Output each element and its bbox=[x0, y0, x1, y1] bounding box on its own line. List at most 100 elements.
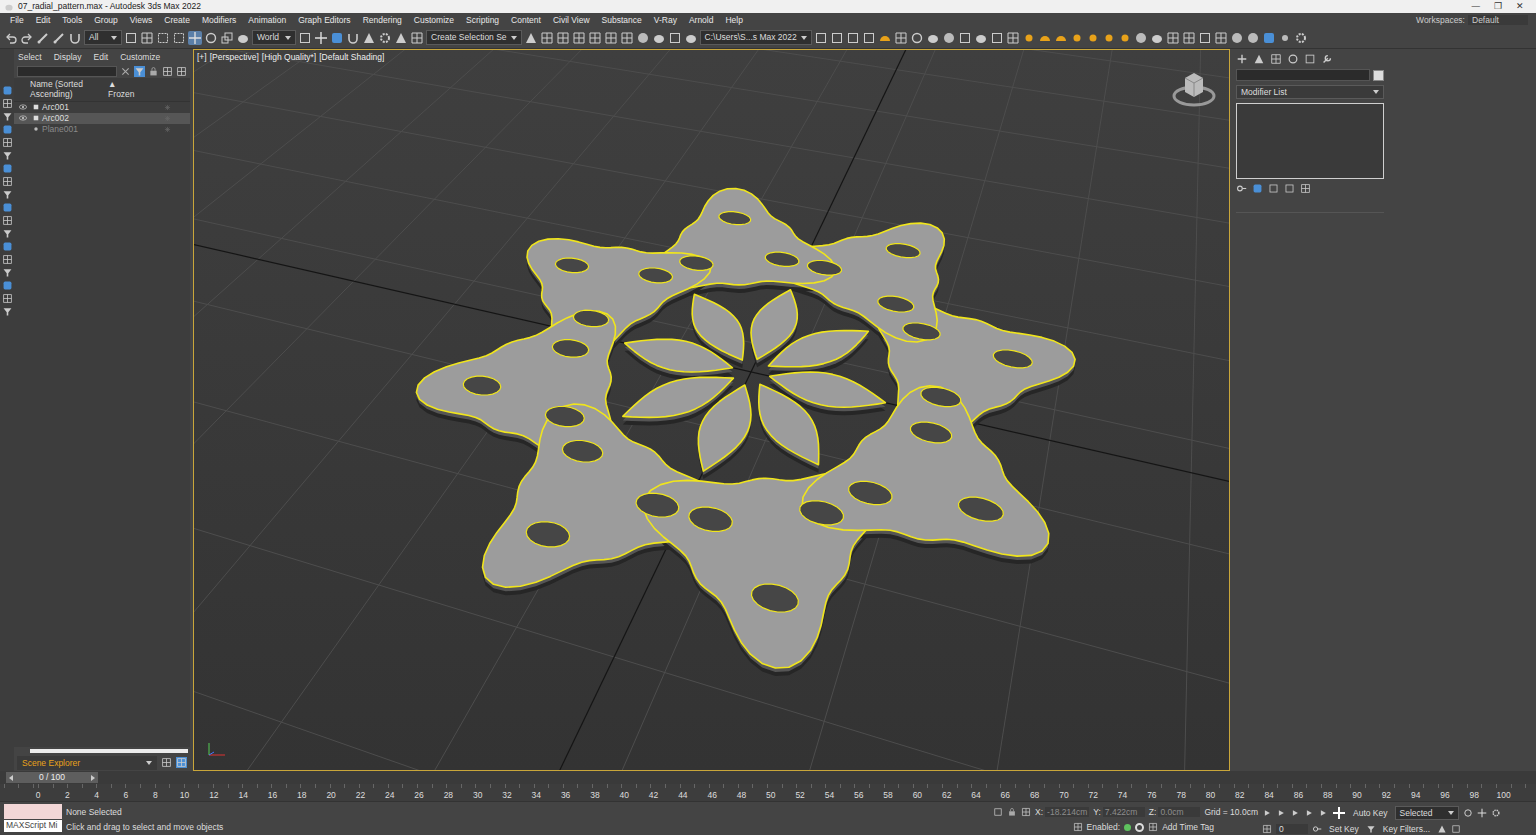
layers-icon[interactable] bbox=[161, 757, 172, 768]
vray-icon[interactable] bbox=[878, 31, 892, 45]
utilities-icon[interactable] bbox=[1321, 53, 1333, 65]
select-manipulate-icon[interactable] bbox=[314, 31, 328, 45]
explorer-tool-icon[interactable] bbox=[2, 124, 13, 135]
show-end-result-icon[interactable] bbox=[1252, 183, 1263, 194]
eye-icon[interactable] bbox=[18, 102, 28, 112]
light-lister-icon[interactable] bbox=[1022, 31, 1036, 45]
place-icon[interactable] bbox=[236, 31, 250, 45]
frozen-column-header[interactable]: ▲ Frozen bbox=[108, 79, 138, 99]
align-icon[interactable] bbox=[540, 31, 554, 45]
menu-item[interactable]: Create bbox=[158, 15, 196, 25]
search-field[interactable] bbox=[17, 66, 117, 77]
ribbon-icon[interactable] bbox=[588, 31, 602, 45]
open-icon[interactable] bbox=[830, 31, 844, 45]
sphere-light-icon[interactable] bbox=[1054, 31, 1068, 45]
maxscript-listener[interactable]: MAXScript Mi bbox=[4, 804, 62, 835]
explorer-tool-icon[interactable] bbox=[2, 241, 13, 252]
object-row[interactable]: Arc001 bbox=[14, 102, 190, 113]
menu-item[interactable]: Help bbox=[719, 15, 748, 25]
scatter-icon[interactable] bbox=[1278, 31, 1292, 45]
coordinate-field[interactable]: X:-18.214cm bbox=[1035, 807, 1089, 817]
menu-item[interactable]: Views bbox=[124, 15, 159, 25]
render-elements-icon[interactable] bbox=[1214, 31, 1228, 45]
menu-item[interactable]: Modifiers bbox=[196, 15, 242, 25]
next-key-icon[interactable] bbox=[1304, 808, 1314, 818]
vfb-icon[interactable] bbox=[1006, 31, 1020, 45]
explorer-tool-icon[interactable] bbox=[2, 150, 13, 161]
maximize-viewport-icon[interactable] bbox=[1451, 824, 1461, 834]
edit-named-selection-icon[interactable] bbox=[410, 31, 424, 45]
menu-item[interactable]: Group bbox=[88, 15, 124, 25]
pan-icon[interactable] bbox=[1477, 808, 1487, 818]
ambient-icon[interactable] bbox=[1102, 31, 1116, 45]
keyboard-shortcut-icon[interactable] bbox=[330, 31, 344, 45]
menu-item[interactable]: V-Ray bbox=[648, 15, 683, 25]
explorer-tool-icon[interactable] bbox=[2, 111, 13, 122]
frozen-icon[interactable] bbox=[163, 114, 172, 123]
link-icon[interactable] bbox=[36, 31, 50, 45]
schematic-icon[interactable] bbox=[620, 31, 634, 45]
explorer-tool-icon[interactable] bbox=[2, 280, 13, 291]
enabled-toggle-2[interactable] bbox=[1135, 823, 1144, 832]
menu-item[interactable]: Customize bbox=[408, 15, 460, 25]
scene-canvas[interactable] bbox=[194, 50, 1229, 770]
project-folder-dropdown[interactable]: C:\Users\S...s Max 2022 bbox=[700, 30, 812, 44]
visibility-toggle[interactable] bbox=[16, 113, 30, 123]
viewport-label[interactable]: [+] bbox=[197, 52, 207, 62]
explorer-tool-icon[interactable] bbox=[2, 202, 13, 213]
object-name[interactable]: Arc001 bbox=[42, 102, 69, 112]
key-filter-icon[interactable] bbox=[1366, 824, 1376, 834]
add-time-tag-button[interactable]: Add Time Tag bbox=[1162, 822, 1214, 832]
zoom-icon[interactable] bbox=[1463, 808, 1473, 818]
explorer-menu-item[interactable]: Customize bbox=[120, 52, 160, 62]
vray-render-icon[interactable] bbox=[974, 31, 988, 45]
explorer-menu-item[interactable]: Edit bbox=[94, 52, 109, 62]
menu-item[interactable]: Animation bbox=[242, 15, 292, 25]
eye-icon[interactable] bbox=[18, 113, 28, 123]
sun-icon[interactable] bbox=[1118, 31, 1132, 45]
frozen-toggle[interactable] bbox=[163, 124, 172, 134]
camera-icon[interactable] bbox=[958, 31, 972, 45]
redo-icon[interactable] bbox=[20, 31, 34, 45]
enabled-toggle[interactable] bbox=[1124, 824, 1131, 831]
explorer-menu-item[interactable]: Display bbox=[54, 52, 82, 62]
field-of-view-icon[interactable] bbox=[1437, 824, 1447, 834]
key-mode-icon[interactable] bbox=[1312, 824, 1322, 834]
name-column-header[interactable]: Name (Sorted Ascending) bbox=[30, 79, 108, 99]
go-to-end-icon[interactable] bbox=[1318, 808, 1328, 818]
help-icon[interactable] bbox=[910, 31, 924, 45]
pivot-icon[interactable] bbox=[298, 31, 312, 45]
pin-stack-icon[interactable] bbox=[1236, 183, 1247, 194]
rotate-icon[interactable] bbox=[204, 31, 218, 45]
window-crossing-icon[interactable] bbox=[172, 31, 186, 45]
previous-frame-icon[interactable] bbox=[9, 775, 13, 781]
ies-icon[interactable] bbox=[1070, 31, 1084, 45]
curve-editor-icon[interactable] bbox=[604, 31, 618, 45]
displacement-icon[interactable] bbox=[1182, 31, 1196, 45]
object-row[interactable]: Plane001 bbox=[14, 124, 190, 135]
frozen-icon[interactable] bbox=[163, 103, 172, 112]
plane-icon[interactable] bbox=[1166, 31, 1180, 45]
spinner-snap-icon[interactable] bbox=[394, 31, 408, 45]
material-editor-icon[interactable] bbox=[636, 31, 650, 45]
percent-snap-icon[interactable] bbox=[378, 31, 392, 45]
explorer-tool-icon[interactable] bbox=[2, 254, 13, 265]
current-frame-field[interactable]: 0 bbox=[1276, 824, 1308, 834]
explorer-tool-icon[interactable] bbox=[2, 267, 13, 278]
object-name-field[interactable] bbox=[1236, 69, 1370, 81]
named-selection-dropdown[interactable]: Create Selection Se bbox=[426, 30, 522, 44]
transform-mode-icon[interactable] bbox=[1021, 807, 1031, 817]
vray-frame-icon[interactable] bbox=[990, 31, 1004, 45]
settings-icon[interactable] bbox=[1294, 31, 1308, 45]
menu-item[interactable]: Civil View bbox=[547, 15, 596, 25]
lock-icon[interactable] bbox=[148, 66, 159, 77]
undo-icon[interactable] bbox=[4, 31, 18, 45]
frozen-toggle[interactable] bbox=[163, 102, 172, 112]
new-key-icon[interactable] bbox=[1332, 806, 1346, 820]
close-button[interactable]: ✕ bbox=[1516, 1, 1524, 11]
export-icon[interactable] bbox=[862, 31, 876, 45]
region-icon[interactable] bbox=[156, 31, 170, 45]
explorer-tool-icon[interactable] bbox=[2, 293, 13, 304]
save-icon[interactable] bbox=[846, 31, 860, 45]
explorer-menu-item[interactable]: Select bbox=[18, 52, 42, 62]
